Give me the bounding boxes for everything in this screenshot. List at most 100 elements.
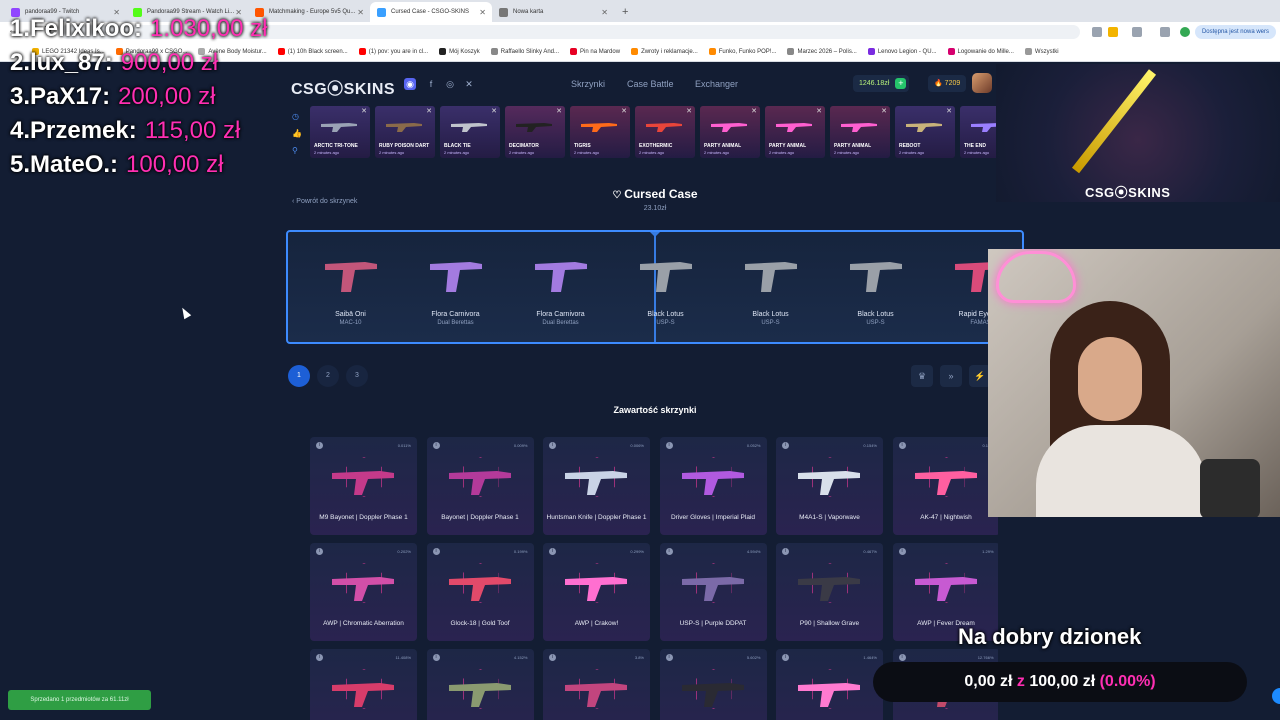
- nav-cases[interactable]: Skrzynki: [571, 79, 605, 89]
- facebook-icon[interactable]: f: [425, 78, 437, 90]
- user-avatar[interactable]: [972, 73, 992, 93]
- bookmark-item[interactable]: Pin na Mardow: [570, 48, 620, 55]
- info-icon[interactable]: i: [898, 442, 906, 449]
- fast-icon[interactable]: »: [940, 365, 962, 387]
- deposit-plus-icon[interactable]: +: [895, 78, 907, 89]
- live-drop-card[interactable]: ✕ ARCTIC TRI-TONE 2 minutes ago: [310, 106, 370, 158]
- info-icon[interactable]: i: [665, 654, 673, 661]
- info-icon[interactable]: i: [316, 654, 323, 661]
- close-icon[interactable]: ✕: [751, 107, 757, 115]
- bookmark-item[interactable]: (1) 10h Black screen...: [277, 48, 348, 55]
- info-icon[interactable]: i: [432, 442, 440, 449]
- info-icon[interactable]: i: [898, 654, 906, 661]
- pin-icon[interactable]: ⚲: [292, 146, 298, 155]
- coins-display[interactable]: 🔥 7209: [928, 75, 967, 92]
- close-icon[interactable]: ✕: [491, 107, 497, 115]
- bookmark-item[interactable]: Mój Koszyk: [439, 48, 480, 55]
- case-item-card[interactable]: i0.11%AK-47 | Nightwish: [892, 437, 998, 535]
- info-icon[interactable]: i: [549, 548, 556, 555]
- nav-case-battle[interactable]: Case Battle: [627, 79, 674, 89]
- x-twitter-icon[interactable]: ✕: [463, 78, 475, 90]
- browser-tab[interactable]: Nowa karta ✕: [492, 2, 614, 22]
- info-icon[interactable]: i: [432, 548, 440, 555]
- bookmark-item[interactable]: Logowanie do Mille...: [947, 48, 1014, 55]
- page-button-2[interactable]: 2: [317, 365, 339, 387]
- bookmark-item[interactable]: Wszystki: [1024, 48, 1059, 55]
- extension-icon[interactable]: [1160, 27, 1170, 37]
- profile-avatar[interactable]: [1180, 27, 1190, 37]
- bookmark-item[interactable]: Marzec 2026 – Polis...: [787, 48, 857, 55]
- live-drop-card[interactable]: ✕THE END2 minutes ago: [960, 106, 996, 158]
- info-icon[interactable]: i: [665, 548, 673, 555]
- extension-icon[interactable]: [1132, 27, 1142, 37]
- new-tab-icon[interactable]: +: [622, 6, 628, 18]
- thumbs-up-icon[interactable]: 👍: [292, 129, 302, 138]
- live-drop-card[interactable]: ✕ EXOTHERMIC 2 minutes ago: [635, 106, 695, 158]
- crown-icon[interactable]: ♛: [911, 365, 933, 387]
- info-icon[interactable]: i: [782, 654, 789, 661]
- info-icon[interactable]: i: [898, 548, 906, 555]
- case-item-card[interactable]: i 3.8%: [543, 649, 650, 720]
- site-logo[interactable]: CSG⦿SKINS: [291, 75, 395, 99]
- case-item-card[interactable]: i 0.154% M4A1-S | Vaporwave: [776, 437, 883, 535]
- back-to-cases-link[interactable]: ‹ Powrót do skrzynek: [292, 198, 357, 205]
- clock-icon[interactable]: ◷: [292, 112, 299, 121]
- page-button-1[interactable]: 1: [288, 365, 310, 387]
- case-item-card[interactable]: i 4.152%: [426, 649, 534, 720]
- case-item-card[interactable]: i 0.009% Bayonet | Doppler Phase 1: [426, 437, 534, 535]
- heart-icon[interactable]: ♡: [612, 190, 624, 201]
- info-icon[interactable]: i: [432, 654, 440, 661]
- instagram-icon[interactable]: ◎: [444, 78, 456, 90]
- info-icon[interactable]: i: [549, 654, 556, 661]
- close-icon[interactable]: ✕: [556, 107, 562, 115]
- close-icon[interactable]: ✕: [357, 8, 364, 17]
- bookmark-item[interactable]: Raffaello Slinky And...: [490, 48, 559, 55]
- extension-icon[interactable]: [1092, 27, 1102, 37]
- close-icon[interactable]: ✕: [601, 8, 608, 17]
- live-drop-card[interactable]: ✕ PARTY ANIMAL 2 minutes ago: [700, 106, 760, 158]
- live-drop-card[interactable]: ✕ RUBY POISON DART 2 minutes ago: [375, 106, 435, 158]
- bookmark-star-icon[interactable]: [1108, 27, 1118, 37]
- close-icon[interactable]: ✕: [881, 107, 887, 115]
- close-icon[interactable]: ✕: [479, 8, 486, 17]
- balance-display[interactable]: 1246.18zł +: [853, 75, 910, 92]
- info-icon[interactable]: i: [782, 548, 789, 555]
- info-icon[interactable]: i: [665, 442, 673, 449]
- live-drop-card[interactable]: ✕ TIGRIS 2 minutes ago: [570, 106, 630, 158]
- page-button-3[interactable]: 3: [346, 365, 368, 387]
- info-icon[interactable]: i: [316, 442, 323, 449]
- live-drop-card[interactable]: ✕ REBOOT 2 minutes ago: [895, 106, 955, 158]
- bookmark-item[interactable]: Lenovo Legion - QU...: [867, 48, 937, 55]
- discord-icon[interactable]: ◉: [404, 78, 416, 90]
- close-icon[interactable]: ✕: [946, 107, 952, 115]
- case-item-card[interactable]: i 5.602%: [659, 649, 767, 720]
- case-item-card[interactable]: i 0.006% Huntsman Knife | Doppler Phase 1: [543, 437, 650, 535]
- update-button[interactable]: Dostępna jest nowa wers: [1194, 25, 1276, 39]
- live-drop-card[interactable]: ✕ PARTY ANIMAL 2 minutes ago: [830, 106, 890, 158]
- case-item-card[interactable]: i 4.594% USP-S | Purple DDPAT: [659, 543, 767, 641]
- close-icon[interactable]: ✕: [426, 107, 432, 115]
- bookmark-item[interactable]: Funko, Funko POP!...: [708, 48, 776, 55]
- case-item-card[interactable]: i 0.199% Glock-18 | Gold Toof: [426, 543, 534, 641]
- info-icon[interactable]: i: [549, 442, 556, 449]
- info-icon[interactable]: i: [782, 442, 789, 449]
- chat-help-button[interactable]: [1272, 688, 1280, 704]
- case-item-card[interactable]: i 0.011% M9 Bayonet | Doppler Phase 1: [310, 437, 417, 535]
- info-icon[interactable]: i: [316, 548, 323, 555]
- case-item-card[interactable]: i 0.202% AWP | Chromatic Aberration: [310, 543, 417, 641]
- nav-exchanger[interactable]: Exchanger: [695, 79, 738, 89]
- close-icon[interactable]: ✕: [621, 107, 627, 115]
- case-item-card[interactable]: i 0.467% P90 | Shallow Grave: [776, 543, 883, 641]
- case-item-card[interactable]: i 0.299% AWP | Crakow!: [543, 543, 650, 641]
- live-drop-card[interactable]: ✕ BLACK TIE 2 minutes ago: [440, 106, 500, 158]
- case-item-card[interactable]: i 11.408%: [310, 649, 417, 720]
- bookmark-item[interactable]: (1) pov: you are in cl...: [358, 48, 428, 55]
- live-drop-card[interactable]: ✕ DECIMATOR 2 minutes ago: [505, 106, 565, 158]
- close-icon[interactable]: ✕: [816, 107, 822, 115]
- case-item-card[interactable]: i 1.464%: [776, 649, 883, 720]
- case-item-card[interactable]: i 0.052% Driver Gloves | Imperial Plaid: [659, 437, 767, 535]
- browser-tab-active[interactable]: Cursed Case - CSGO-SKINS ✕: [370, 2, 492, 22]
- close-icon[interactable]: ✕: [361, 107, 367, 115]
- live-drop-card[interactable]: ✕ PARTY ANIMAL 2 minutes ago: [765, 106, 825, 158]
- bookmark-item[interactable]: Zwroty i reklamacje...: [631, 48, 698, 55]
